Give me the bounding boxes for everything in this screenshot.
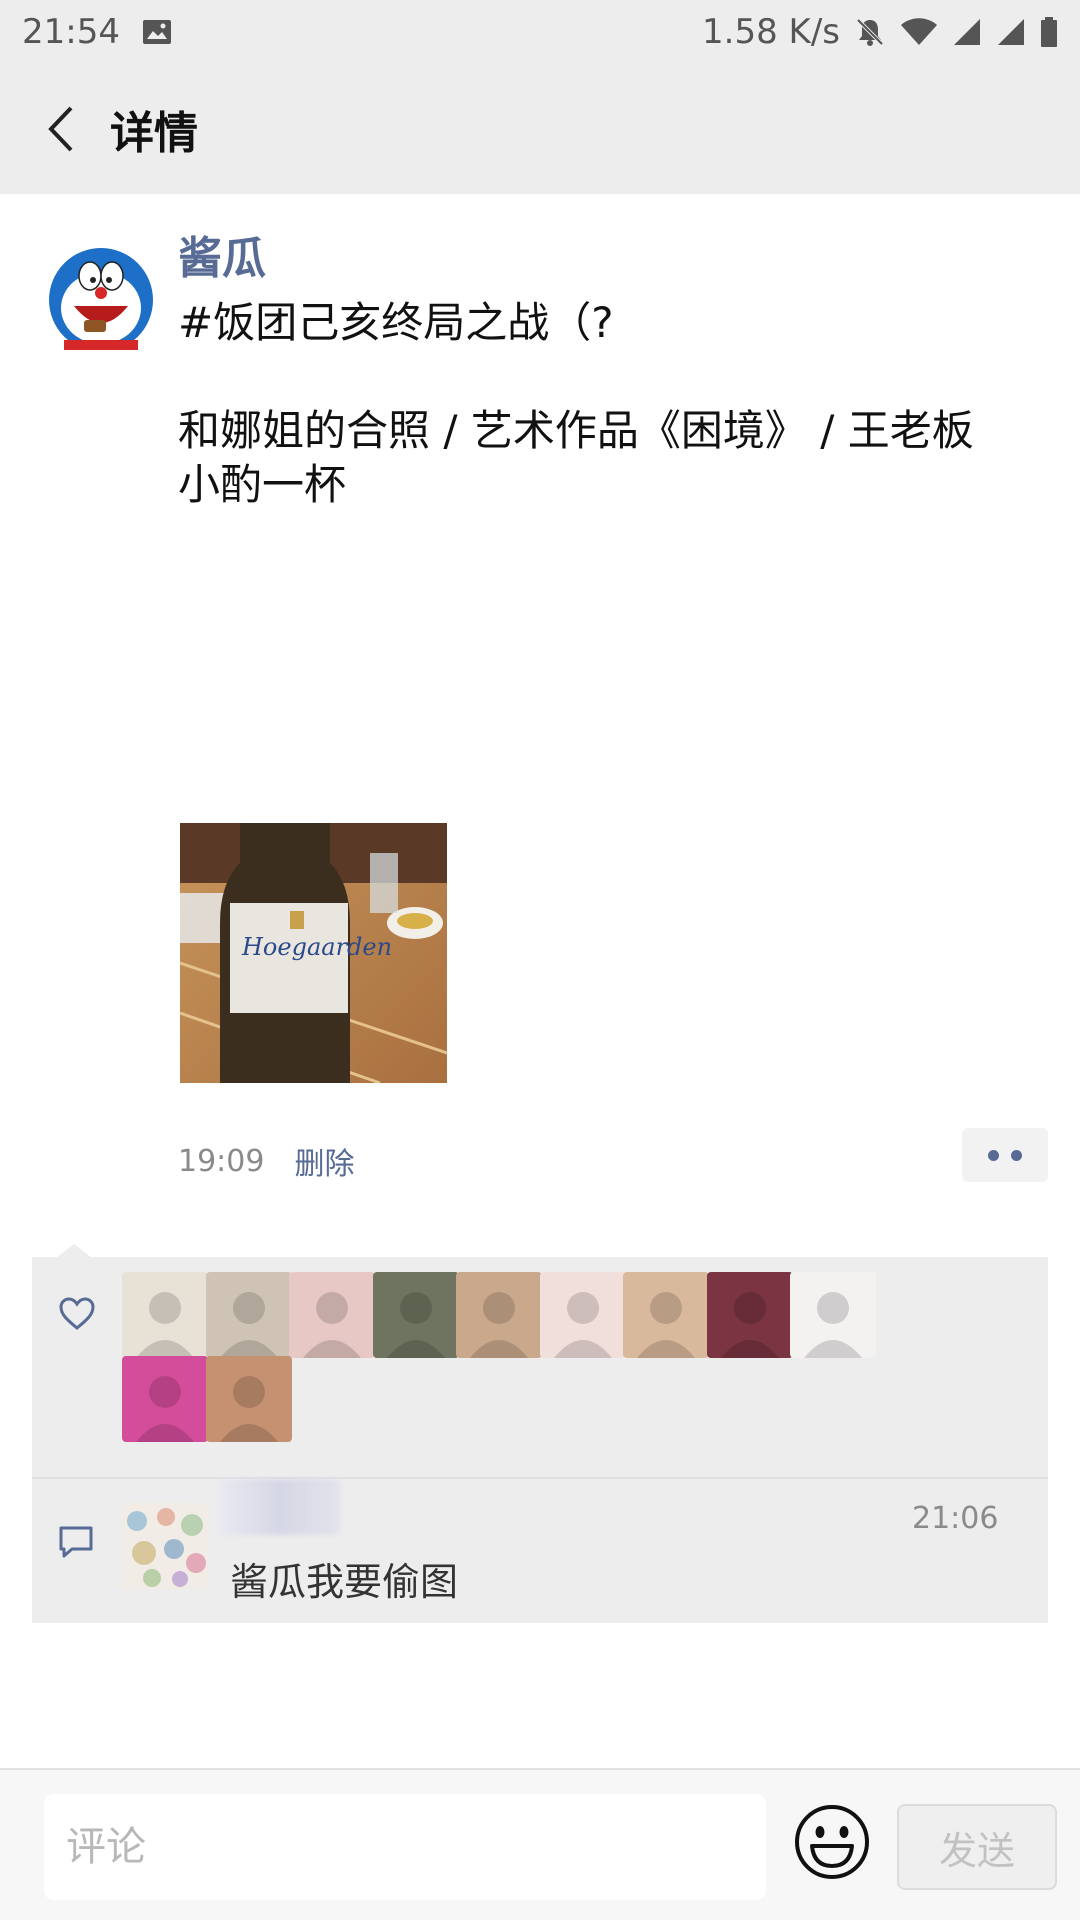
back-button[interactable] <box>22 79 102 179</box>
author-name[interactable]: 酱瓜 <box>178 222 266 286</box>
comment-composer: 发送 <box>0 1768 1080 1920</box>
page-title: 详情 <box>110 108 198 159</box>
more-actions-button[interactable] <box>962 1128 1048 1182</box>
like-avatar[interactable] <box>706 1272 793 1358</box>
emoji-button[interactable] <box>792 1802 872 1882</box>
send-button[interactable]: 发送 <box>897 1804 1057 1890</box>
comments-panel: 21:06 酱瓜我要偷图 <box>32 1479 1048 1623</box>
like-avatar[interactable] <box>790 1272 876 1358</box>
like-avatar[interactable] <box>372 1272 459 1358</box>
like-avatar[interactable] <box>122 1356 208 1442</box>
comment-time: 21:06 <box>912 1501 999 1536</box>
back-arrow-icon <box>48 106 73 152</box>
post-time: 19:09 <box>178 1143 265 1179</box>
status-time: 21:54 <box>22 12 120 52</box>
post-photo[interactable]: Hoegaarden <box>180 823 447 1083</box>
more-dot-icon <box>988 1149 999 1161</box>
comment-text: 酱瓜我要偷图 <box>230 1560 459 1604</box>
comment-icon <box>58 1525 94 1563</box>
like-avatar[interactable] <box>205 1356 292 1442</box>
battery-icon <box>1040 17 1058 47</box>
comment-input[interactable] <box>44 1794 766 1900</box>
like-avatar[interactable] <box>539 1272 626 1358</box>
more-dot-icon <box>1011 1149 1022 1161</box>
signal-icon-2 <box>996 17 1026 47</box>
wifi-icon <box>900 17 938 47</box>
mute-bell-icon <box>854 16 886 48</box>
delete-button[interactable]: 删除 <box>294 1139 354 1183</box>
signal-icon <box>952 17 982 47</box>
heart-icon <box>58 1297 96 1335</box>
commenter-name-redacted <box>220 1479 340 1535</box>
bottle-label-text: Hoegaarden <box>241 933 392 961</box>
like-avatar[interactable] <box>122 1272 208 1358</box>
likes-pointer <box>56 1244 92 1258</box>
post-text: #饭团己亥终局之战（? 和娜姐的合照 / 艺术作品《困境》 / 王老板 小酌一杯 <box>178 298 974 509</box>
post-meta: 19:09 删除 <box>178 1138 354 1184</box>
like-avatar[interactable] <box>205 1272 292 1358</box>
like-avatar[interactable] <box>456 1272 542 1358</box>
like-avatar[interactable] <box>289 1272 375 1358</box>
network-speed: 1.58 K/s <box>702 12 840 52</box>
author-avatar[interactable] <box>46 240 156 350</box>
status-bar: 21:54 1.58 K/s <box>0 0 1080 64</box>
smiley-icon <box>795 1805 869 1879</box>
likes-panel <box>32 1257 1048 1477</box>
commenter-avatar[interactable] <box>122 1503 208 1589</box>
like-avatar[interactable] <box>623 1272 709 1358</box>
image-notification-icon <box>142 19 172 45</box>
title-bar: 详情 <box>0 64 1080 194</box>
